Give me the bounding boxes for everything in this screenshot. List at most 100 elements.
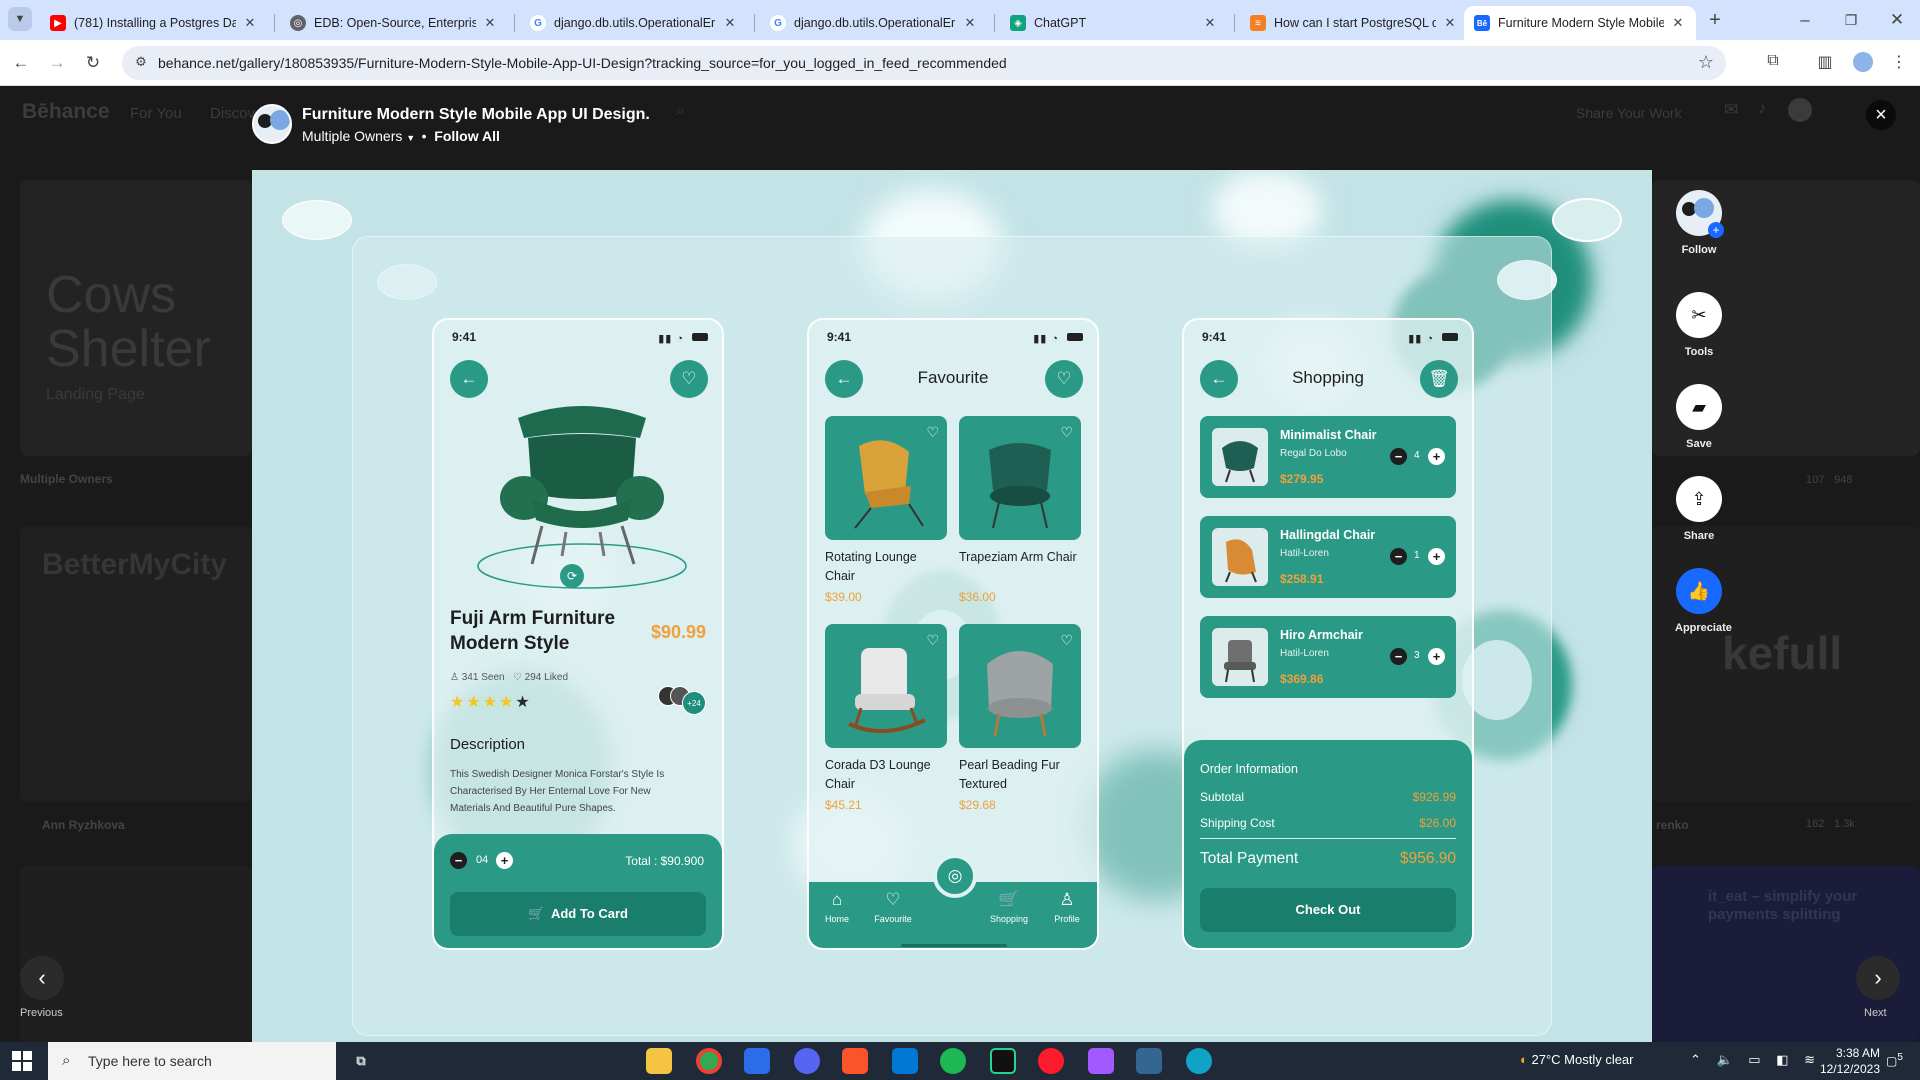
minimize-icon[interactable]: – xyxy=(1792,7,1818,33)
new-tab-button[interactable]: + xyxy=(1702,7,1728,33)
favorite-button[interactable]: ♡ xyxy=(1045,360,1083,398)
bell-icon[interactable]: ♪ xyxy=(1758,100,1766,118)
favourite-card[interactable]: ♡ xyxy=(825,416,947,540)
figma-icon[interactable] xyxy=(1088,1048,1114,1074)
taskbar-search-placeholder[interactable]: Type here to search xyxy=(88,1053,212,1069)
share-icon[interactable]: ⇪ xyxy=(1676,476,1722,522)
ar-scan-button[interactable]: ◎ xyxy=(933,854,977,898)
file-explorer-icon[interactable] xyxy=(646,1048,672,1074)
heart-icon[interactable]: ♡ xyxy=(926,424,939,441)
site-info-icon[interactable]: ⚙ xyxy=(132,54,150,72)
cart-item[interactable]: Hiro Armchair Hatil-Loren $369.86 − 3 + xyxy=(1200,616,1456,698)
close-tab-icon[interactable]: ✕ xyxy=(722,15,738,31)
tab-chatgpt[interactable]: ◈ ChatGPT ✕ xyxy=(1000,6,1228,40)
profile-avatar-icon[interactable] xyxy=(1852,52,1874,74)
tab-django-2[interactable]: G django.db.utils.OperationalErro ✕ xyxy=(760,6,988,40)
close-tab-icon[interactable]: ✕ xyxy=(1442,15,1458,31)
save-action[interactable]: ▰ Save xyxy=(1675,384,1723,450)
bg-card-owner[interactable]: Multiple Owners xyxy=(20,472,113,486)
follow-all-link[interactable]: Follow All xyxy=(434,128,500,144)
forward-icon[interactable]: → xyxy=(44,50,70,76)
close-tab-icon[interactable]: ✕ xyxy=(242,15,258,31)
share-work-link[interactable]: Share Your Work xyxy=(1576,105,1682,121)
window-close-icon[interactable]: ✕ xyxy=(1884,7,1910,33)
tab-edb[interactable]: ◎ EDB: Open-Source, Enterprise P ✕ xyxy=(280,6,508,40)
chrome-icon[interactable] xyxy=(696,1048,722,1074)
task-view-icon[interactable]: ⧉ xyxy=(348,1048,374,1074)
thumbs-up-icon[interactable]: 👍 xyxy=(1676,568,1722,614)
tab-django-1[interactable]: G django.db.utils.OperationalErro ✕ xyxy=(520,6,748,40)
heart-icon[interactable]: ♡ xyxy=(1060,632,1073,649)
decrease-qty-button[interactable]: − xyxy=(1390,548,1407,565)
cart-item[interactable]: Hallingdal Chair Hatil-Loren $258.91 − 1… xyxy=(1200,516,1456,598)
windows-start-icon[interactable] xyxy=(12,1051,32,1071)
back-icon[interactable]: ← xyxy=(8,50,34,76)
restore-icon[interactable]: ❐ xyxy=(1838,7,1864,33)
trash-button[interactable]: 🗑 xyxy=(1420,360,1458,398)
share-action[interactable]: ⇪ Share xyxy=(1675,476,1723,542)
cart-item[interactable]: Minimalist Chair Regal Do Lobo $279.95 −… xyxy=(1200,416,1456,498)
favourite-card[interactable]: ♡ xyxy=(825,624,947,748)
tab-youtube[interactable]: ▶ (781) Installing a Postgres Data ✕ xyxy=(40,6,268,40)
opera-icon[interactable] xyxy=(1038,1048,1064,1074)
close-tab-icon[interactable]: ✕ xyxy=(482,15,498,31)
bg-project-card[interactable]: BetterMyCity xyxy=(20,526,252,802)
bg-card-owner[interactable]: renko xyxy=(1656,818,1689,832)
vscode-icon[interactable] xyxy=(892,1048,918,1074)
bg-card-owner[interactable]: Ann Ryzhkova xyxy=(42,818,125,832)
tools-action[interactable]: ✂ Tools xyxy=(1675,292,1723,358)
nav-favourite[interactable]: ♡ Favourite xyxy=(867,890,919,924)
tab-behance-active[interactable]: Bē Furniture Modern Style Mobile ✕ xyxy=(1464,6,1696,40)
extensions-icon[interactable]: ⧉ xyxy=(1762,52,1784,74)
postgres-icon[interactable] xyxy=(1136,1048,1162,1074)
close-modal-button[interactable]: × xyxy=(1866,100,1896,130)
pycharm-icon[interactable] xyxy=(990,1048,1016,1074)
system-tray-icons[interactable]: ⌃ 🔈 ▭ ◧ ≋ xyxy=(1690,1052,1821,1068)
tools-icon[interactable]: ✂ xyxy=(1676,292,1722,338)
close-tab-icon[interactable]: ✕ xyxy=(1670,15,1686,31)
increase-qty-button[interactable]: + xyxy=(496,852,513,869)
discord-icon[interactable] xyxy=(794,1048,820,1074)
increase-qty-button[interactable]: + xyxy=(1428,448,1445,465)
weather-widget[interactable]: ◐ 27°C Mostly clear xyxy=(1520,1052,1634,1067)
taskbar-search[interactable]: ⌕ Type here to search xyxy=(48,1042,336,1080)
follow-action[interactable]: + Follow xyxy=(1675,190,1724,256)
brave-icon[interactable] xyxy=(842,1048,868,1074)
tab-stackoverflow[interactable]: ≡ How can I start PostgreSQL on ✕ xyxy=(1240,6,1468,40)
liked-avatars[interactable]: +24 xyxy=(658,686,706,715)
decrease-qty-button[interactable]: − xyxy=(450,852,467,869)
heart-icon[interactable]: ♡ xyxy=(1060,424,1073,441)
rotate-360-icon[interactable]: ⟳ xyxy=(560,564,584,588)
side-panel-icon[interactable]: ▥ xyxy=(1814,52,1836,74)
close-tab-icon[interactable]: ✕ xyxy=(1202,15,1218,31)
mail-icon[interactable]: ✉ xyxy=(1724,100,1738,120)
spotify-icon[interactable] xyxy=(940,1048,966,1074)
owner-avatar[interactable] xyxy=(252,104,292,144)
back-button[interactable]: ← xyxy=(450,360,488,398)
nav-shopping[interactable]: 🛒 Shopping xyxy=(983,890,1035,924)
edge-icon[interactable] xyxy=(1186,1048,1212,1074)
store-icon[interactable] xyxy=(744,1048,770,1074)
decrease-qty-button[interactable]: − xyxy=(1390,648,1407,665)
behance-logo[interactable]: Bēhance xyxy=(22,100,110,124)
increase-qty-button[interactable]: + xyxy=(1428,648,1445,665)
favourite-card[interactable]: ♡ xyxy=(959,416,1081,540)
nav-for-you[interactable]: For You xyxy=(130,105,182,122)
favorite-button[interactable]: ♡ xyxy=(670,360,708,398)
address-bar[interactable]: ⚙ behance.net/gallery/180853935/Furnitur… xyxy=(122,46,1726,80)
heart-icon[interactable]: ♡ xyxy=(926,632,939,649)
url-text[interactable]: behance.net/gallery/180853935/Furniture-… xyxy=(158,55,1007,71)
owner-avatar[interactable]: + xyxy=(1676,190,1724,238)
close-tab-icon[interactable]: ✕ xyxy=(962,15,978,31)
chevron-down-icon[interactable]: ▼ xyxy=(406,133,417,143)
bookmark-star-icon[interactable]: ☆ xyxy=(1698,52,1714,73)
add-to-cart-button[interactable]: 🛒 Add To Card xyxy=(450,892,706,936)
clock[interactable]: 3:38 AM 12/12/2023 xyxy=(1810,1046,1880,1076)
nav-home[interactable]: ⌂ Home xyxy=(811,890,863,924)
previous-button[interactable]: ‹ xyxy=(20,956,64,1000)
reload-icon[interactable]: ↻ xyxy=(80,50,106,76)
bg-project-card[interactable]: Cows Shelter Landing Page xyxy=(20,180,252,456)
menu-kebab-icon[interactable]: ⋮ xyxy=(1888,52,1910,74)
appreciate-action[interactable]: 👍 Appreciate xyxy=(1675,568,1732,634)
increase-qty-button[interactable]: + xyxy=(1428,548,1445,565)
